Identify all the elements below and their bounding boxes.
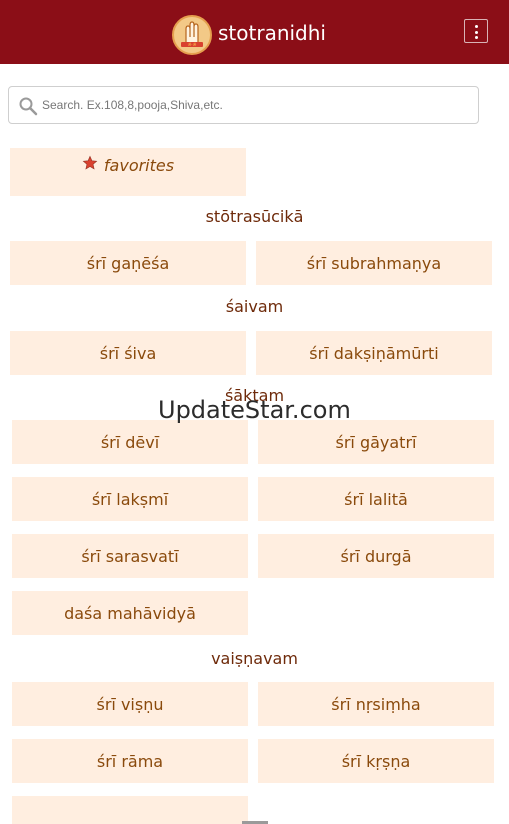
app-header: ॐ ॐ stotranidhi	[0, 0, 509, 64]
item-laksmi[interactable]: śrī lakṣmī	[12, 477, 248, 521]
item-daksinamurti[interactable]: śrī dakṣiṇāmūrti	[256, 331, 492, 375]
favorites-button[interactable]: favorites	[10, 148, 246, 196]
section-heading-saivam: śaivam	[225, 297, 284, 316]
favorites-label: favorites	[103, 155, 175, 175]
section-heading-stotrasucika: stōtrasūcikā	[205, 207, 304, 226]
item-gayatri[interactable]: śrī gāyatrī	[258, 420, 494, 464]
section-heading-vaisnavam: vaiṣṇavam	[211, 649, 298, 668]
item-devi[interactable]: śrī dēvī	[12, 420, 248, 464]
item-ganesa[interactable]: śrī gaṇēśa	[10, 241, 246, 285]
search-box	[8, 86, 479, 124]
item-rama[interactable]: śrī rāma	[12, 739, 248, 783]
item-visnu[interactable]: śrī viṣṇu	[12, 682, 248, 726]
item-mahavidya[interactable]: daśa mahāvidyā	[12, 591, 248, 635]
item-sarasvati[interactable]: śrī sarasvatī	[12, 534, 248, 578]
search-icon	[18, 96, 38, 120]
item-siva[interactable]: śrī śiva	[10, 331, 246, 375]
svg-text:ॐ ॐ: ॐ ॐ	[188, 42, 197, 47]
kebab-menu-icon[interactable]	[464, 19, 488, 43]
item-krsna[interactable]: śrī kṛṣṇa	[258, 739, 494, 783]
item-durga[interactable]: śrī durgā	[258, 534, 494, 578]
item-partial-next[interactable]	[12, 796, 248, 824]
item-lalita[interactable]: śrī lalitā	[258, 477, 494, 521]
app-title: stotranidhi	[218, 21, 326, 45]
hand-blessing-logo-icon: ॐ ॐ	[172, 15, 212, 55]
star-icon	[82, 155, 98, 175]
watermark: UpdateStar.com	[158, 396, 351, 424]
item-subrahmanya[interactable]: śrī subrahmaṇya	[256, 241, 492, 285]
search-input[interactable]	[42, 93, 470, 117]
item-nrsimha[interactable]: śrī nṛsiṃha	[258, 682, 494, 726]
